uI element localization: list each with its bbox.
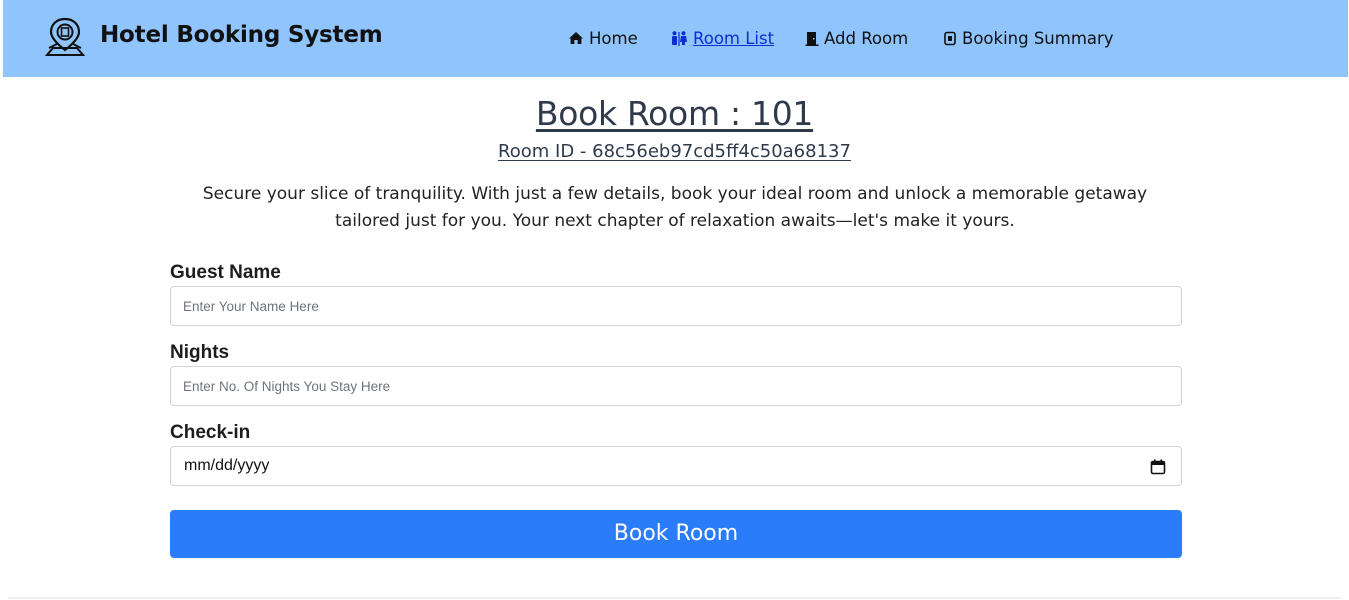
top-navbar: Hotel Booking System Home Room List Add … bbox=[3, 0, 1348, 77]
page-title: Book Room : 101 bbox=[535, 94, 814, 133]
nav-home-label: Home bbox=[589, 28, 638, 48]
guest-name-input[interactable]: Enter Your Name Here bbox=[170, 286, 1182, 326]
nights-label: Nights bbox=[170, 342, 230, 363]
nav-room-list-label: Room List bbox=[693, 28, 775, 48]
hotel-location-pin-icon bbox=[45, 17, 85, 56]
nav-add-room-label: Add Room bbox=[824, 28, 909, 48]
receipt-icon bbox=[944, 31, 956, 45]
room-id-subtitle: Room ID - 68c56eb97cd5ff4c50a68137 bbox=[498, 141, 851, 162]
home-icon bbox=[569, 32, 583, 44]
guest-name-label: Guest Name bbox=[170, 262, 281, 283]
nav-booking-summary[interactable]: Booking Summary bbox=[943, 27, 1114, 49]
checkin-date-input[interactable]: mm/dd/yyyy bbox=[170, 446, 1182, 486]
checkin-date-value: mm/dd/yyyy bbox=[184, 457, 270, 474]
nav-home[interactable]: Home bbox=[568, 27, 638, 49]
people-icon bbox=[672, 30, 687, 46]
intro-text: Secure your slice of tranquility. With j… bbox=[202, 184, 1148, 231]
door-icon bbox=[805, 31, 819, 46]
nav-room-list[interactable]: Room List bbox=[670, 27, 774, 49]
checkin-label: Check-in bbox=[170, 422, 251, 443]
calendar-icon[interactable] bbox=[1150, 459, 1166, 475]
nav-add-room[interactable]: Add Room bbox=[805, 27, 908, 49]
nav-booking-summary-label: Booking Summary bbox=[962, 28, 1114, 48]
nights-input[interactable]: Enter No. Of Nights You Stay Here bbox=[170, 366, 1182, 406]
footer-divider bbox=[8, 597, 1341, 599]
brand-title[interactable]: Hotel Booking System bbox=[100, 22, 383, 48]
book-room-button[interactable]: Book Room bbox=[170, 510, 1182, 558]
